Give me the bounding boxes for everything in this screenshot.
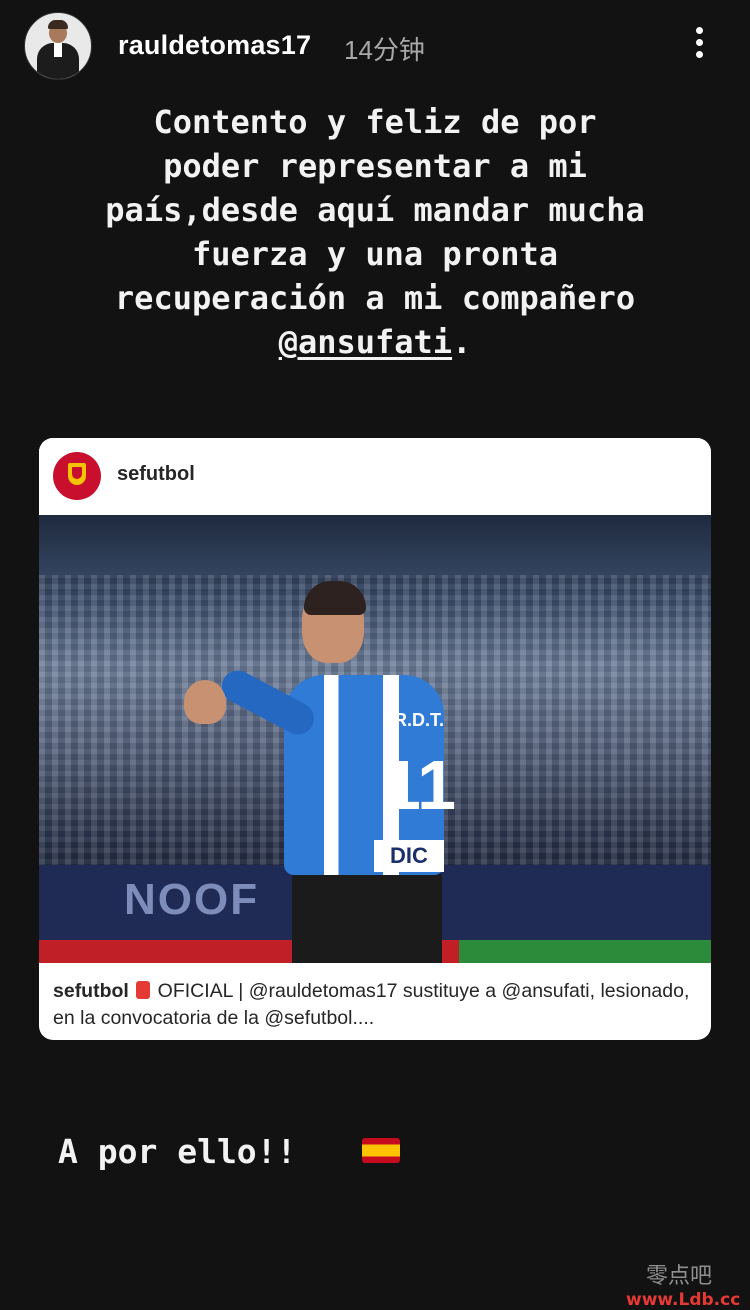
caption-line-3: país,desde aquí mandar mucha <box>105 191 645 229</box>
story-header: rauldetomas17 14分钟 <box>0 0 750 90</box>
caption-line-2: poder representar a mi <box>163 147 587 185</box>
sefutbol-crest-icon[interactable] <box>53 452 101 500</box>
pitch-grass <box>459 940 711 963</box>
jersey-name: R.D.T. <box>394 710 445 730</box>
avatar-shirt <box>54 43 62 57</box>
username[interactable]: rauldetomas17 <box>118 30 311 61</box>
player-figure: R.D.T. 11 DIC <box>184 581 484 963</box>
avatar-hair <box>48 20 68 29</box>
shared-post-card[interactable]: sefutbol NOOF R.D.T. 11 DIC sefutbol OFI… <box>39 438 711 1040</box>
story-caption: Contento y feliz de por poder representa… <box>30 100 720 364</box>
shared-post-caption[interactable]: sefutbol OFICIAL | @rauldetomas17 sustit… <box>53 978 701 1032</box>
post-time: 14分钟 <box>344 35 425 65</box>
shared-post-photo[interactable]: NOOF R.D.T. 11 DIC <box>39 515 711 963</box>
spain-flag-icon <box>362 1138 400 1163</box>
more-vertical-icon[interactable] <box>686 24 712 64</box>
player-hair <box>304 581 366 615</box>
caption-line-5: recuperación a mi compañero <box>114 279 636 317</box>
player-shorts <box>292 870 442 963</box>
jersey-sponsor: DIC <box>374 840 444 872</box>
shared-post-account[interactable]: sefutbol <box>117 463 195 486</box>
caption-username: sefutbol <box>53 980 129 1002</box>
avatar[interactable] <box>24 12 92 80</box>
player-hand <box>184 680 226 724</box>
story-footer-text: A por ello!! <box>58 1132 297 1171</box>
watermark-cn: 零点吧 <box>646 1264 713 1289</box>
caption-period: . <box>452 323 472 361</box>
watermark-url: www.Ldb.cc <box>626 1290 741 1310</box>
mention-link[interactable]: @ansufati <box>279 323 452 361</box>
caption-line-4: fuerza y una pronta <box>191 235 559 273</box>
siren-emoji-icon <box>136 981 151 999</box>
shared-post-header: sefutbol <box>39 438 711 514</box>
caption-line-1: Contento y feliz de por <box>153 103 597 141</box>
jersey-number: 11 <box>382 746 456 824</box>
